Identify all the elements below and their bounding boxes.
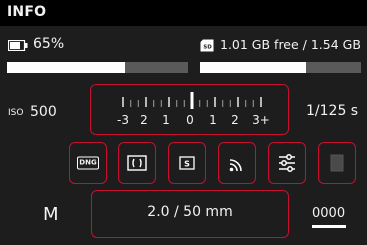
wifi-icon (229, 159, 242, 172)
page-title: INFO (7, 4, 47, 20)
metering-button[interactable] (118, 142, 156, 184)
shutter-speed[interactable]: 1/125 s (306, 103, 358, 119)
stabilization-icon: S (179, 156, 195, 170)
svg-text:S: S (184, 160, 190, 169)
dng-format-icon: DNG (77, 156, 99, 170)
camera-info-screen: INFO 65% SD 1.01 GB free / 1.54 GB ISO 5… (0, 0, 367, 245)
frame-counter: 0000 (312, 206, 346, 221)
empty-slot-icon (330, 154, 344, 172)
battery-percentage: 65% (33, 36, 65, 52)
scale-label: 2 (231, 113, 239, 127)
file-format-button[interactable]: DNG (69, 142, 107, 184)
exposure-compensation-scale[interactable]: -3 2 1 0 1 2 3+ (90, 84, 289, 135)
title-bar: INFO (0, 0, 367, 26)
empty-slot-button[interactable] (318, 142, 356, 184)
scale-label: 3+ (252, 113, 270, 127)
scale-label: 0 (186, 113, 194, 127)
battery-level-bar (7, 62, 188, 73)
iso-value[interactable]: 500 (30, 104, 57, 120)
scale-label: 1 (162, 113, 170, 127)
lens-info: 2.0 / 50 mm (147, 204, 233, 220)
scale-label: -3 (117, 113, 129, 127)
counter-underline (312, 225, 346, 228)
stabilization-button[interactable]: S (168, 142, 206, 184)
battery-level-fill (7, 62, 125, 73)
wifi-button[interactable] (218, 142, 256, 184)
settings-icon (279, 154, 295, 172)
sd-card-icon: SD (200, 39, 214, 52)
storage-level-bar (200, 62, 361, 73)
iso-label: ISO (8, 108, 24, 118)
scale-label: 1 (209, 113, 217, 127)
scale-label: 2 (140, 113, 148, 127)
storage-level-fill (200, 62, 306, 73)
metering-icon (127, 155, 147, 171)
svg-text:SD: SD (203, 45, 212, 51)
storage-status: 1.01 GB free / 1.54 GB (220, 37, 361, 52)
lens-info-button[interactable]: 2.0 / 50 mm (91, 190, 289, 238)
exposure-scale-ticks (122, 92, 262, 109)
settings-button[interactable] (268, 142, 306, 184)
battery-icon (8, 40, 28, 51)
exposure-mode[interactable]: M (43, 204, 59, 225)
